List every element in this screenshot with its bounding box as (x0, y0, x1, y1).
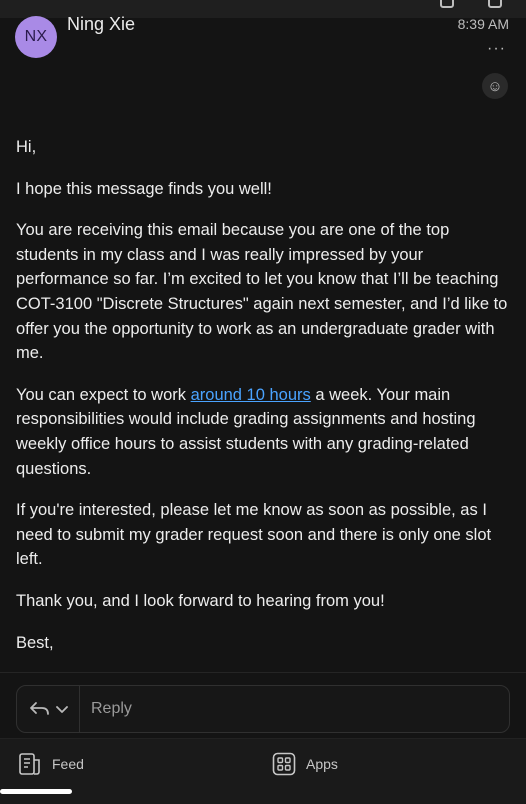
paragraph-2: You are receiving this email because you… (16, 221, 508, 363)
bottom-tab-bar: Feed Apps (0, 738, 526, 804)
paragraph-5: Thank you, and I look forward to hearing… (16, 591, 385, 610)
greeting: Hi, (16, 138, 37, 156)
feed-icon (19, 753, 40, 775)
reaction-button[interactable]: ☺ (482, 73, 508, 99)
paragraph-3-before: You can expect to work (16, 385, 191, 404)
reply-arrow-icon (30, 702, 49, 715)
reply-input[interactable] (91, 686, 491, 732)
reply-bar (16, 685, 510, 733)
reply-options-button[interactable] (17, 686, 80, 732)
paragraph-1: I hope this message finds you well! (16, 179, 272, 198)
hours-link[interactable]: around 10 hours (191, 386, 311, 404)
home-indicator (0, 789, 72, 794)
avatar[interactable]: NX (15, 16, 57, 58)
apps-icon (272, 752, 296, 776)
chevron-down-icon (56, 706, 68, 713)
signoff: Best, (16, 633, 54, 652)
tab-feed[interactable]: Feed (18, 751, 84, 777)
divider (0, 672, 526, 673)
smiley-icon: ☺ (487, 77, 503, 95)
message-time: 8:39 AM (457, 16, 509, 32)
message-header: NX Ning Xie 8:39 AM ··· ☺ (0, 0, 526, 110)
tab-apps[interactable]: Apps (272, 751, 338, 777)
message-body: Hi, I hope this message finds you well! … (16, 135, 510, 672)
sender-name[interactable]: Ning Xie (67, 14, 135, 35)
tab-apps-label: Apps (306, 756, 338, 772)
more-options-button[interactable]: ··· (487, 40, 506, 58)
paragraph-4: If you're interested, please let me know… (16, 501, 492, 569)
paragraph-3: You can expect to work around 10 hours a… (16, 383, 510, 481)
tab-feed-label: Feed (52, 756, 84, 772)
